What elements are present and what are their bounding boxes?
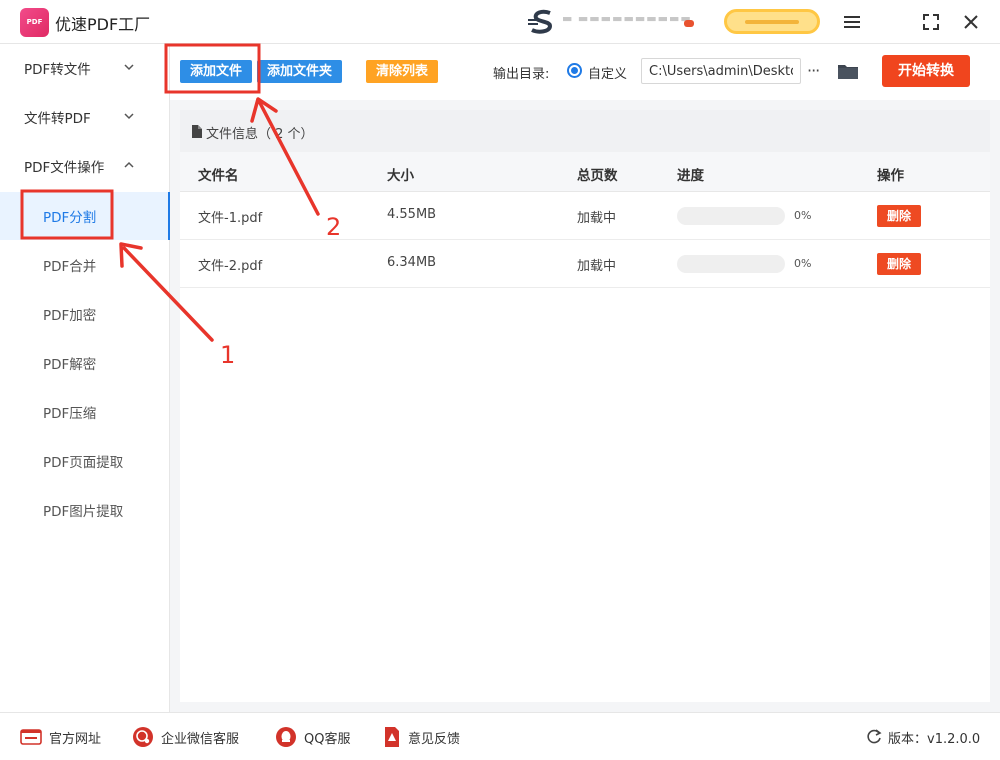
maximize-button[interactable] — [917, 8, 945, 36]
chevron-down-icon — [124, 113, 134, 120]
app-logo-icon: PDF — [20, 8, 49, 37]
sidebar-group-label: PDF转文件 — [24, 62, 91, 78]
sidebar-item-pdf-split[interactable]: PDF分割 — [0, 192, 170, 240]
sidebar-item-pdf-encrypt[interactable]: PDF加密 — [0, 290, 170, 338]
sidebar-item-pdf-decrypt[interactable]: PDF解密 — [0, 339, 170, 387]
feedback-link[interactable]: 意见反馈 — [383, 726, 460, 748]
clear-list-button[interactable]: 清除列表 — [366, 60, 438, 83]
add-file-button[interactable]: 添加文件 — [180, 60, 252, 83]
sidebar-group-file-to-pdf[interactable]: 文件转PDF — [0, 93, 170, 141]
folder-icon[interactable] — [837, 61, 859, 81]
table-header: 文件名 大小 总页数 进度 操作 — [180, 152, 990, 192]
column-header: 操作 — [877, 168, 904, 184]
add-folder-button[interactable]: 添加文件夹 — [257, 60, 342, 83]
file-panel-header: 文件信息（ 2 个） — [180, 110, 990, 152]
banner-badge — [684, 20, 694, 27]
custom-dir-label: 自定义 — [588, 67, 628, 82]
column-header: 大小 — [387, 168, 414, 184]
feedback-label: 意见反馈 — [408, 731, 461, 747]
progress-bar — [677, 207, 785, 225]
banner-logo-icon — [528, 9, 553, 34]
vip-button[interactable] — [724, 9, 820, 34]
hamburger-icon — [844, 16, 860, 28]
page-count: 加载中 — [577, 259, 617, 274]
chevron-down-icon — [124, 64, 134, 71]
sidebar-group-label: 文件转PDF — [24, 111, 91, 127]
sidebar-group-pdf-to-file[interactable]: PDF转文件 — [0, 44, 170, 92]
title-bar: PDF 优速PDF工厂 ▬ ▬▬▬▬▬▬▬▬▬▬ — [0, 0, 1000, 44]
progress-percent: 0% — [794, 257, 812, 270]
table-row: 文件-2.pdf 6.34MB 加载中 0% 删除 — [180, 240, 990, 288]
progress-percent: 0% — [794, 209, 812, 222]
output-path-input[interactable] — [641, 58, 801, 84]
sidebar-item-pdf-compress[interactable]: PDF压缩 — [0, 388, 170, 436]
sidebar-item-pdf-merge[interactable]: PDF合并 — [0, 241, 170, 289]
sidebar-group-pdf-ops[interactable]: PDF文件操作 — [0, 142, 170, 190]
output-dir-label: 输出目录: — [493, 67, 550, 82]
app-title: 优速PDF工厂 — [55, 15, 151, 34]
banner-blurred-text: ▬ ▬▬▬▬▬▬▬▬▬▬ — [562, 12, 692, 25]
column-header: 文件名 — [198, 168, 239, 184]
wechat-label: 企业微信客服 — [161, 731, 240, 747]
table-row: 文件-1.pdf 4.55MB 加载中 0% 删除 — [180, 192, 990, 240]
maximize-icon — [923, 14, 939, 30]
file-name: 文件-1.pdf — [198, 211, 263, 226]
more-dots-icon[interactable]: ··· — [807, 61, 827, 81]
qq-icon — [276, 727, 296, 747]
column-header: 进度 — [677, 168, 704, 184]
file-info-title: 文件信息（ 2 个） — [206, 127, 314, 142]
delete-button[interactable]: 删除 — [877, 253, 921, 275]
start-convert-button[interactable]: 开始转换 — [882, 55, 970, 87]
close-icon — [964, 15, 978, 29]
feedback-icon — [385, 727, 399, 747]
file-panel: 文件信息（ 2 个） 文件名 大小 总页数 进度 操作 文件-1.pdf 4.5… — [180, 110, 990, 702]
annotation-number-1: 1 — [220, 341, 236, 369]
qq-label: QQ客服 — [304, 731, 351, 747]
toolbar: 添加文件 添加文件夹 清除列表 输出目录: 自定义 ··· 开始转换 — [170, 44, 1000, 100]
custom-dir-radio[interactable] — [567, 63, 582, 78]
file-size: 6.34MB — [387, 255, 437, 270]
version-label: 版本：v1.2.0.0 — [888, 732, 981, 747]
sidebar-group-label: PDF文件操作 — [24, 160, 105, 176]
sidebar-item-pdf-page-extract[interactable]: PDF页面提取 — [0, 437, 170, 485]
wechat-icon — [133, 727, 153, 747]
annotation-number-2: 2 — [326, 213, 342, 241]
website-label: 官方网址 — [49, 731, 102, 747]
wechat-service-link[interactable]: 企业微信客服 — [132, 726, 239, 748]
website-icon — [20, 729, 42, 745]
menu-button[interactable] — [838, 8, 866, 36]
website-link[interactable]: 官方网址 — [20, 726, 101, 748]
file-name: 文件-2.pdf — [198, 259, 263, 274]
qq-service-link[interactable]: QQ客服 — [275, 726, 350, 748]
progress-bar — [677, 255, 785, 273]
column-header: 总页数 — [577, 168, 618, 184]
delete-button[interactable]: 删除 — [877, 205, 921, 227]
sidebar: PDF转文件 文件转PDF PDF文件操作 PDF分割 PDF合并 PDF加密 … — [0, 44, 170, 712]
file-size: 4.55MB — [387, 207, 437, 222]
close-button[interactable] — [957, 8, 985, 36]
footer: 官方网址 企业微信客服 QQ客服 意见反馈 版本：v1.2.0.0 — [0, 712, 1000, 760]
refresh-icon[interactable] — [866, 729, 882, 745]
document-icon — [192, 125, 202, 138]
page-count: 加载中 — [577, 211, 617, 226]
sidebar-item-pdf-image-extract[interactable]: PDF图片提取 — [0, 486, 170, 534]
chevron-up-icon — [124, 161, 134, 168]
